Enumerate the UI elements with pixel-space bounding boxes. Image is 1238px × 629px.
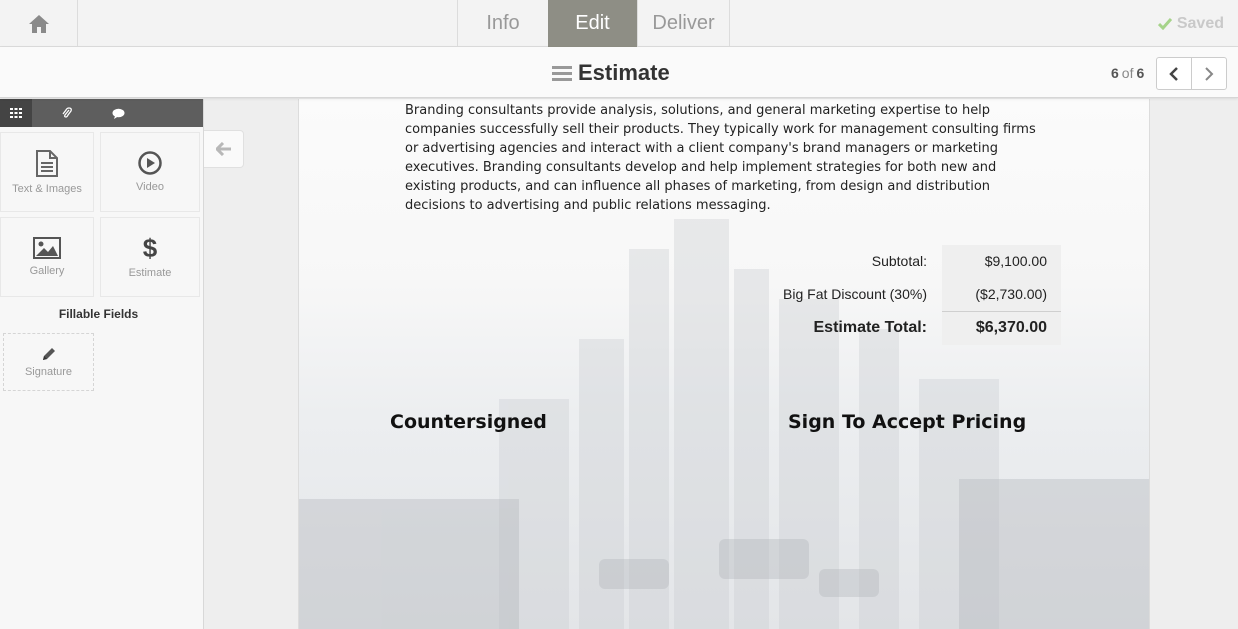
home-button[interactable]: [0, 0, 78, 47]
subtotal-value: $9,100.00: [984, 253, 1047, 269]
main-tabs: Info Edit Deliver: [457, 0, 730, 47]
total-label: Estimate Total:: [813, 319, 928, 336]
pager: [1156, 57, 1227, 90]
signature-label: Signature: [24, 366, 73, 378]
tab-edit[interactable]: Edit: [548, 0, 637, 47]
tool-text-images[interactable]: Text & Images: [0, 132, 94, 212]
sidebar-tabs: [0, 99, 203, 127]
page-current: 6: [1111, 64, 1119, 81]
tool-label: Gallery: [29, 265, 65, 277]
dollar-icon: $: [142, 233, 158, 263]
tab-deliver[interactable]: Deliver: [637, 0, 730, 47]
tool-label: Video: [136, 181, 164, 193]
document-page: Branding consultants provide analysis, s…: [298, 99, 1150, 629]
discount-value: ($2,730.00): [975, 286, 1047, 302]
accept-pricing-heading: Sign To Accept Pricing: [788, 411, 1027, 433]
paperclip-icon: [62, 107, 72, 118]
image-icon: [33, 237, 61, 259]
speech-bubble-icon: [112, 108, 124, 119]
total-value: $6,370.00: [975, 319, 1047, 336]
saved-status: Saved: [1157, 0, 1224, 47]
tool-sidebar: Text & Images Video Gallery $ Estimate F…: [0, 99, 204, 629]
tab-blocks[interactable]: [0, 99, 32, 127]
prev-page-button[interactable]: [1157, 58, 1192, 89]
play-icon: [138, 151, 162, 175]
title-bar: Estimate 6 of 6: [0, 47, 1238, 98]
saved-label: Saved: [1176, 14, 1224, 32]
page-title-group: Estimate: [552, 47, 670, 98]
document-icon: [36, 149, 58, 177]
check-icon: [1157, 17, 1172, 30]
collapse-sidebar-button[interactable]: [204, 130, 244, 168]
totals-divider: [942, 311, 1061, 312]
arrow-left-icon: [215, 142, 231, 156]
tab-attachments[interactable]: [32, 99, 102, 127]
pencil-icon: [42, 348, 55, 360]
tool-video[interactable]: Video: [100, 132, 200, 212]
tool-estimate[interactable]: $ Estimate: [100, 217, 200, 297]
menu-icon[interactable]: [552, 65, 572, 81]
tab-comments[interactable]: [102, 99, 134, 127]
tool-label: Estimate: [128, 267, 172, 279]
discount-label: Big Fat Discount (30%): [783, 286, 927, 302]
tool-label: Text & Images: [12, 182, 82, 195]
tool-signature[interactable]: Signature: [3, 333, 94, 391]
subtotal-label: Subtotal:: [871, 253, 927, 269]
tool-grid: Text & Images Video Gallery $ Estimate: [0, 132, 204, 297]
countersigned-heading: Countersigned: [390, 411, 547, 433]
estimate-description[interactable]: Branding consultants provide analysis, s…: [405, 101, 1045, 215]
chevron-right-icon: [1205, 66, 1214, 81]
home-icon: [28, 14, 49, 33]
grid-icon: [10, 108, 22, 118]
tab-info[interactable]: Info: [457, 0, 548, 47]
page-title: Estimate: [578, 59, 670, 85]
page-total: 6: [1136, 64, 1145, 81]
next-page-button[interactable]: [1192, 58, 1226, 89]
page-of: of: [1121, 64, 1134, 81]
page-counter: 6 of 6: [1111, 47, 1144, 98]
chevron-left-icon: [1169, 66, 1178, 81]
fillable-fields-heading: Fillable Fields: [58, 307, 139, 321]
tool-gallery[interactable]: Gallery: [0, 217, 94, 297]
top-nav: Info Edit Deliver Saved: [0, 0, 1238, 47]
